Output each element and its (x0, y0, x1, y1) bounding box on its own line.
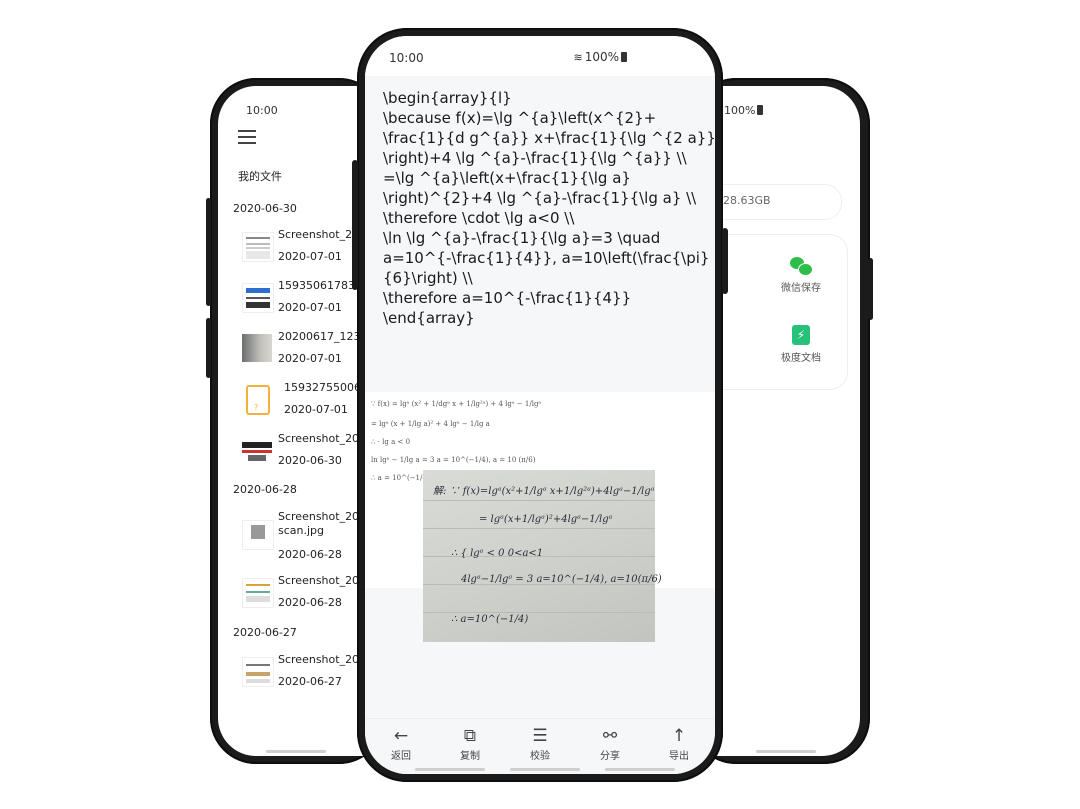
side-button (868, 258, 873, 320)
latex-line: \therefore a=10^{-\frac{1}{4}} (383, 289, 632, 307)
home-indicator (266, 750, 326, 753)
rendered-line: ∵ f(x) = lgᵃ (x² + 1/dgᵃ x + 1/lg²ᵃ) + 4… (371, 400, 542, 408)
handwriting-line: 4lgᵃ−1/lgᵃ = 3 a=10^(−1/4), a=10(π/6) (461, 574, 662, 585)
latex-line: \because f(x)=\lg ^{a}\left(x^{2}+ (383, 109, 657, 127)
wifi-icon: ≋ (573, 51, 583, 64)
file-date: 2020-07-01 (284, 403, 348, 416)
file-thumbnail (242, 520, 274, 550)
file-date: 2020-06-30 (278, 454, 342, 467)
tool-label: 极度文档 (781, 353, 821, 364)
back-button[interactable]: ← 返回 (381, 725, 421, 762)
file-date: 2020-07-01 (278, 301, 342, 314)
share-icon: ⚯ (602, 726, 618, 746)
copy-button[interactable]: ⧉ 复制 (450, 725, 490, 762)
latex-line: {6}\right) \\ (383, 269, 473, 287)
center-phone: 10:00 ≋ 100% \begin{array}{l} \because f(x… (357, 28, 723, 782)
file-date: 2020-06-28 (278, 596, 342, 609)
tool-label: 微信保存 (781, 283, 821, 294)
status-bar: 10:00 ≋ 100% (365, 36, 715, 76)
latex-result-screen: 10:00 ≋ 100% \begin{array}{l} \because f(x… (365, 36, 715, 774)
rendered-line: ln lgᵃ − 1/lg a = 3 a = 10^(−1/4), a = 1… (371, 456, 536, 464)
home-indicator (605, 768, 675, 771)
home-indicator (415, 768, 485, 771)
file-thumbnail (242, 578, 274, 608)
side-button (352, 160, 358, 290)
copy-icon: ⧉ (463, 726, 477, 746)
latex-line: \therefore \cdot \lg a<0 \\ (383, 209, 575, 227)
battery-level: 100% (724, 104, 764, 117)
file-thumbnail (242, 283, 274, 313)
latex-line: a=10^{-\frac{1}{4}}, a=10\left(\frac{\pi… (383, 249, 710, 267)
toolbar-label: 返回 (391, 751, 411, 762)
latex-line: \begin{array}{l} (383, 89, 512, 107)
handwriting-line: ∴ a=10^(−1/4) (451, 614, 529, 625)
group-date: 2020-06-30 (233, 202, 297, 215)
file-thumbnail (242, 232, 274, 262)
handwriting-line: = lgᵃ(x+1/lgᵃ)²+4lgᵃ−1/lgᵃ (479, 514, 613, 525)
export-button[interactable]: ↑ 导出 (659, 725, 699, 762)
file-thumbnail (242, 334, 272, 362)
document-icon: ⚡ (792, 325, 810, 345)
handwriting-photo: 解: ∵ f(x)=lgᵃ(x²+1/lgᵃ x+1/lg²ᵃ)+4lgᵃ−1/… (423, 470, 662, 642)
side-button (206, 198, 211, 306)
toolbar-label: 校验 (530, 751, 550, 762)
arrow-left-icon: ← (393, 726, 409, 746)
file-name: Screenshot_202 (278, 653, 367, 666)
handwriting-line: ∴ { lgᵃ < 0 0<a<1 (451, 548, 544, 559)
share-button[interactable]: ⚯ 分享 (590, 725, 630, 762)
file-name: Screenshot_202 (278, 510, 367, 523)
file-name: Screenshot_202 (278, 432, 367, 445)
latex-line: \end{array} (383, 309, 475, 327)
arrow-up-icon: ↑ (671, 726, 687, 746)
file-thumbnail (242, 657, 274, 687)
latex-line: \ln \lg ^{a}-\frac{1}{\lg a}=3 \quad (383, 229, 661, 247)
group-date: 2020-06-27 (233, 626, 297, 639)
lines-icon: ☰ (532, 726, 548, 746)
file-name: Screenshot_202 (278, 574, 367, 587)
file-date: 2020-06-28 (278, 548, 342, 561)
file-name: 20200617_1233 (278, 330, 368, 343)
wechat-save-button[interactable]: 微信保存 (771, 257, 831, 294)
file-thumbnail (242, 436, 272, 464)
file-date: 2020-06-27 (278, 675, 342, 688)
verify-button[interactable]: ☰ 校验 (520, 725, 560, 762)
bottom-toolbar: ← 返回 ⧉ 复制 ☰ 校验 ⚯ 分享 ↑ 导出 (365, 718, 715, 774)
rendered-line: ∴ a = 10^(−1/4) (371, 474, 430, 482)
rendered-line: ∴ · lg a < 0 (371, 438, 411, 446)
battery-icon (757, 105, 764, 115)
file-date: 2020-07-01 (278, 250, 342, 263)
latex-line: =\lg ^{a}\left(x+\frac{1}{\lg a} (383, 169, 631, 187)
status-time: 10:00 (246, 104, 278, 117)
latex-line: \right)^{2}+4 \lg ^{a}-\frac{1}{\lg a} \… (383, 189, 697, 207)
side-button (722, 228, 728, 294)
menu-icon[interactable] (238, 130, 256, 148)
home-indicator (756, 750, 816, 753)
status-right: ≋ 100% (573, 50, 627, 64)
file-date: 2020-07-01 (278, 352, 342, 365)
group-date: 2020-06-28 (233, 483, 297, 496)
rendered-line: = lgᵃ (x + 1/lg a)² + 4 lgᵃ − 1/lg a (371, 420, 490, 428)
status-time: 10:00 (389, 51, 424, 65)
wechat-icon (790, 257, 813, 276)
toolbar-label: 分享 (600, 751, 620, 762)
latex-text[interactable]: \begin{array}{l} \because f(x)=\lg ^{a}\l… (383, 88, 715, 328)
document-tool-button[interactable]: ⚡ 极度文档 (771, 325, 831, 364)
side-button (206, 318, 211, 378)
latex-line: \frac{1}{d g^{a}} x+\frac{1}{\lg ^{2 a}} (383, 129, 715, 147)
file-name-line2: scan.jpg (278, 524, 325, 537)
toolbar-label: 复制 (460, 751, 480, 762)
home-indicator (510, 768, 580, 771)
section-title: 我的文件 (238, 170, 282, 183)
document-icon: ? (246, 385, 270, 415)
battery-icon (621, 52, 627, 62)
toolbar-label: 导出 (669, 751, 689, 762)
latex-line: \right)+4 \lg ^{a}-\frac{1}{\lg ^{a}} \\ (383, 149, 687, 167)
storage-value: 28.63GB (723, 194, 771, 207)
handwriting-line: 解: ∵ f(x)=lgᵃ(x²+1/lgᵃ x+1/lg²ᵃ)+4lgᵃ−1/… (433, 486, 655, 497)
